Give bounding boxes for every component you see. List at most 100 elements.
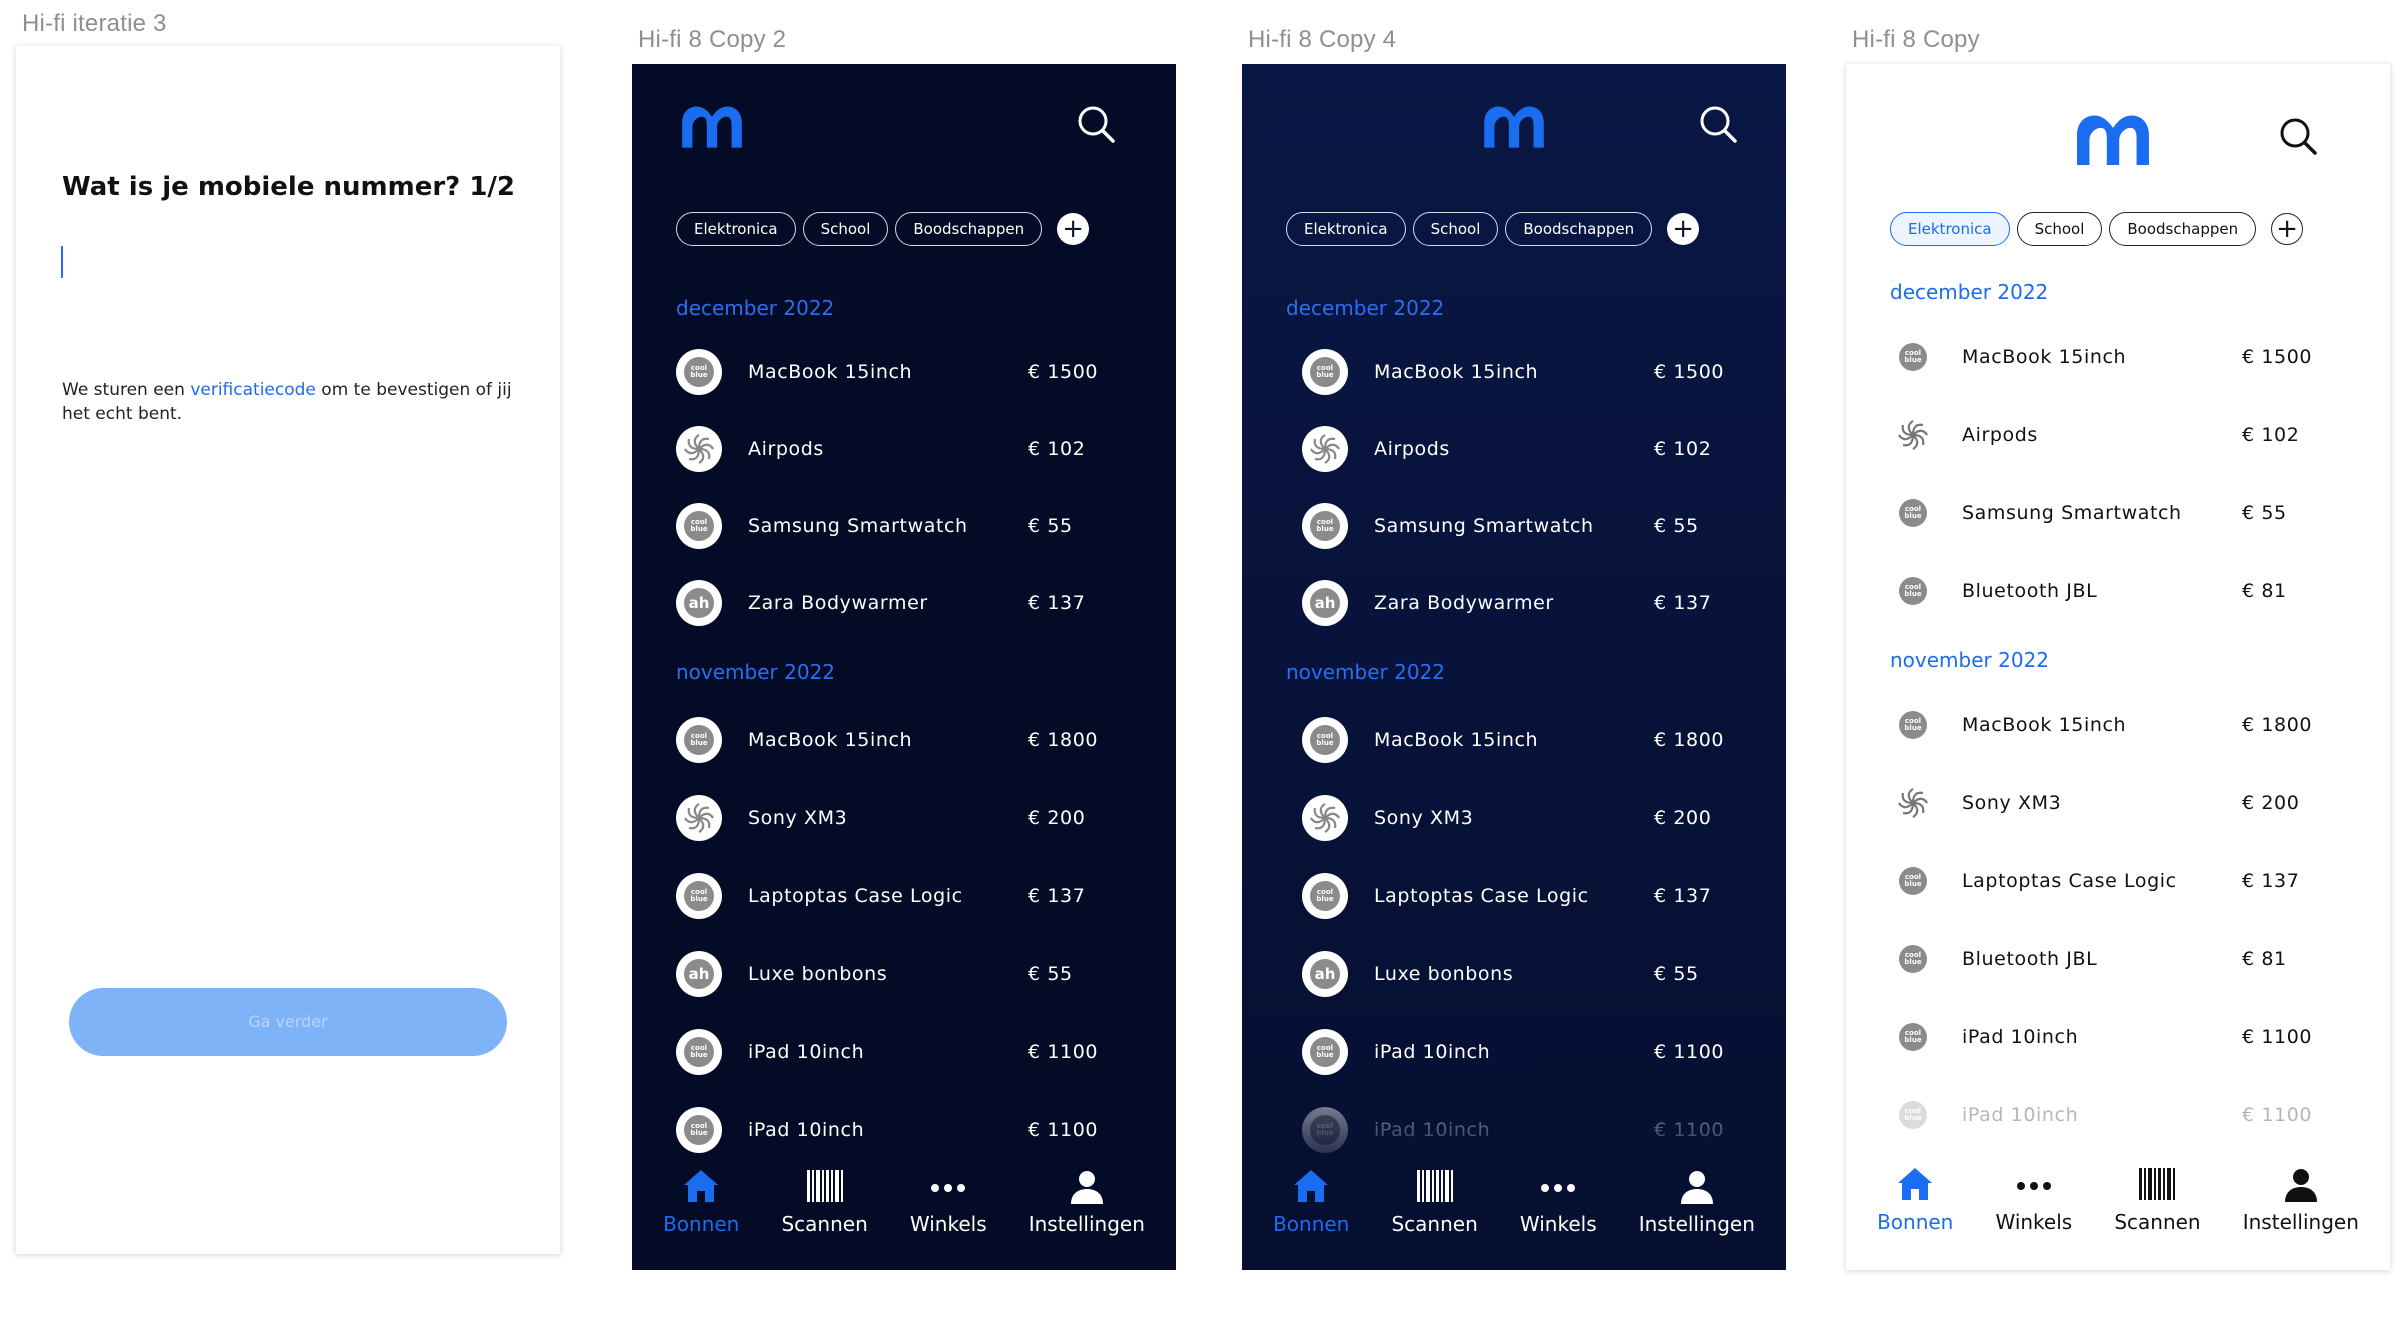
receipt-row[interactable]: cool blue MacBook 15inch € 1800 [676, 717, 1136, 767]
continue-button[interactable]: Ga verder [69, 988, 507, 1056]
filter-chip-elektronica[interactable]: Elektronica [676, 212, 796, 246]
receipt-row[interactable]: cool blue iPad 10inch € 1100 [1890, 1014, 2350, 1064]
receipt-row[interactable]: ah Luxe bonbons € 55 [676, 951, 1136, 1001]
receipt-price: € 1500 [1654, 361, 1725, 383]
receipt-name: MacBook 15inch [1374, 361, 1539, 383]
search-icon[interactable] [1698, 104, 1738, 148]
nav-item-instellingen[interactable]: Instellingen [1639, 1166, 1755, 1236]
receipts-screen-dark: Elektronica School Boodschappen + december 2… [632, 64, 1176, 1270]
receipt-price: € 81 [2242, 948, 2287, 970]
receipt-price: € 102 [2242, 424, 2300, 446]
bottom-navigation: Bonnen Winkels Scannen Instellingen [1846, 1164, 2390, 1234]
receipt-price: € 1100 [2242, 1026, 2313, 1048]
month-header-december: december 2022 [1286, 296, 1445, 320]
receipt-price: € 55 [1654, 515, 1699, 537]
add-filter-button[interactable]: + [1667, 213, 1700, 245]
receipt-row[interactable]: cool blue Bluetooth JBL € 81 [1890, 568, 2350, 618]
receipt-row[interactable]: cool blue iPad 10inch € 1100 [1302, 1107, 1762, 1157]
nav-item-winkels[interactable]: Winkels [1995, 1164, 2072, 1234]
coolblue-logo-icon: cool blue [1890, 1092, 1936, 1138]
receipt-row[interactable]: cool blue Laptoptas Case Logic € 137 [1302, 873, 1762, 923]
barcode-icon [805, 1166, 845, 1206]
receipt-row[interactable]: ah Luxe bonbons € 55 [1302, 951, 1762, 1001]
receipt-name: iPad 10inch [1962, 1026, 2079, 1048]
nav-item-scannen[interactable]: Scannen [1391, 1166, 1478, 1236]
receipt-row[interactable]: Airpods € 102 [676, 426, 1136, 476]
receipt-name: Bluetooth JBL [1962, 580, 2098, 602]
receipt-row[interactable]: cool blue Samsung Smartwatch € 55 [676, 503, 1136, 553]
receipt-row[interactable]: cool blue iPad 10inch € 1100 [1302, 1029, 1762, 1079]
receipt-name: Zara Bodywarmer [748, 592, 928, 614]
receipt-name: Laptoptas Case Logic [1962, 870, 2177, 892]
receipt-row[interactable]: Airpods € 102 [1890, 412, 2350, 462]
receipt-row[interactable]: ah Zara Bodywarmer € 137 [676, 580, 1136, 630]
nav-item-scannen[interactable]: Scannen [2114, 1164, 2201, 1234]
filter-chip-elektronica[interactable]: Elektronica [1286, 212, 1406, 246]
nav-item-scannen[interactable]: Scannen [781, 1166, 868, 1236]
coolblue-logo-icon: cool blue [676, 503, 722, 549]
receipt-row[interactable]: cool blue Bluetooth JBL € 81 [1890, 936, 2350, 986]
receipt-row[interactable]: cool blue Laptoptas Case Logic € 137 [676, 873, 1136, 923]
mediamarkt-logo-icon [676, 426, 722, 472]
bottom-navigation: Bonnen Scannen Winkels Instellingen [632, 1166, 1176, 1236]
receipt-row[interactable]: Sony XM3 € 200 [1890, 780, 2350, 830]
receipt-row[interactable]: cool blue iPad 10inch € 1100 [1890, 1092, 2350, 1142]
receipt-row[interactable]: cool blue Samsung Smartwatch € 55 [1890, 490, 2350, 540]
receipt-price: € 1100 [2242, 1104, 2313, 1126]
receipt-price: € 1800 [2242, 714, 2313, 736]
receipts-screen-light: Elektronica School Boodschappen + december 2… [1846, 64, 2390, 1270]
filter-chip-elektronica[interactable]: Elektronica [1890, 212, 2010, 246]
user-icon [1067, 1166, 1107, 1206]
nav-item-bonnen[interactable]: Bonnen [1273, 1166, 1349, 1236]
coolblue-logo-icon: cool blue [676, 349, 722, 395]
receipt-row[interactable]: cool blue MacBook 15inch € 1500 [1302, 349, 1762, 399]
nav-item-winkels[interactable]: Winkels [910, 1166, 987, 1236]
nav-item-instellingen[interactable]: Instellingen [1029, 1166, 1145, 1236]
home-icon [1291, 1166, 1331, 1206]
filter-chip-school[interactable]: School [1412, 212, 1499, 246]
receipt-name: iPad 10inch [1962, 1104, 2079, 1126]
receipt-row[interactable]: cool blue iPad 10inch € 1100 [676, 1107, 1136, 1157]
albert-heijn-logo-icon: ah [1302, 951, 1348, 997]
receipt-row[interactable]: cool blue iPad 10inch € 1100 [676, 1029, 1136, 1079]
filter-chip-boodschappen[interactable]: Boodschappen [1505, 212, 1653, 246]
receipt-name: iPad 10inch [748, 1041, 865, 1063]
verification-info: We sturen een verificatiecode om te beve… [62, 378, 522, 426]
nav-item-instellingen[interactable]: Instellingen [2243, 1164, 2359, 1234]
receipt-row[interactable]: cool blue MacBook 15inch € 1500 [1890, 334, 2350, 384]
filter-chip-boodschappen[interactable]: Boodschappen [2109, 212, 2257, 246]
receipt-row[interactable]: ah Zara Bodywarmer € 137 [1302, 580, 1762, 630]
receipt-row[interactable]: Sony XM3 € 200 [676, 795, 1136, 845]
receipt-name: Sony XM3 [1962, 792, 2062, 814]
receipt-price: € 200 [2242, 792, 2300, 814]
plus-icon: + [2276, 214, 2298, 244]
verification-code-link[interactable]: verificatiecode [190, 380, 316, 400]
receipt-row[interactable]: cool blue Samsung Smartwatch € 55 [1302, 503, 1762, 553]
receipt-row[interactable]: cool blue MacBook 15inch € 1800 [1890, 702, 2350, 752]
search-icon[interactable] [2278, 116, 2318, 160]
filter-chip-boodschappen[interactable]: Boodschappen [895, 212, 1043, 246]
phone-number-input[interactable] [61, 246, 63, 278]
plus-icon: + [1672, 214, 1694, 244]
coolblue-logo-icon: cool blue [676, 717, 722, 763]
receipt-row[interactable]: Sony XM3 € 200 [1302, 795, 1762, 845]
add-filter-button[interactable]: + [2271, 213, 2304, 245]
receipt-row[interactable]: cool blue MacBook 15inch € 1500 [676, 349, 1136, 399]
design-canvas: Hi-fi iteratie 3 Hi-fi 8 Copy 2 Hi-fi 8 … [0, 0, 2400, 1324]
nav-label: Winkels [1995, 1210, 2073, 1234]
frame-label: Hi-fi iteratie 3 [22, 10, 167, 37]
nav-item-bonnen[interactable]: Bonnen [1877, 1164, 1953, 1234]
filter-chip-school[interactable]: School [802, 212, 889, 246]
filter-chip-school[interactable]: School [2016, 212, 2103, 246]
more-icon [2014, 1164, 2054, 1204]
nav-item-winkels[interactable]: Winkels [1520, 1166, 1597, 1236]
mediamarkt-logo-icon [1890, 412, 1936, 458]
receipt-name: iPad 10inch [748, 1119, 865, 1141]
add-filter-button[interactable]: + [1057, 213, 1090, 245]
receipt-row[interactable]: cool blue Laptoptas Case Logic € 137 [1890, 858, 2350, 908]
barcode-icon [2137, 1164, 2177, 1204]
receipt-row[interactable]: Airpods € 102 [1302, 426, 1762, 476]
receipt-row[interactable]: cool blue MacBook 15inch € 1800 [1302, 717, 1762, 767]
search-icon[interactable] [1076, 104, 1116, 148]
nav-item-bonnen[interactable]: Bonnen [663, 1166, 739, 1236]
